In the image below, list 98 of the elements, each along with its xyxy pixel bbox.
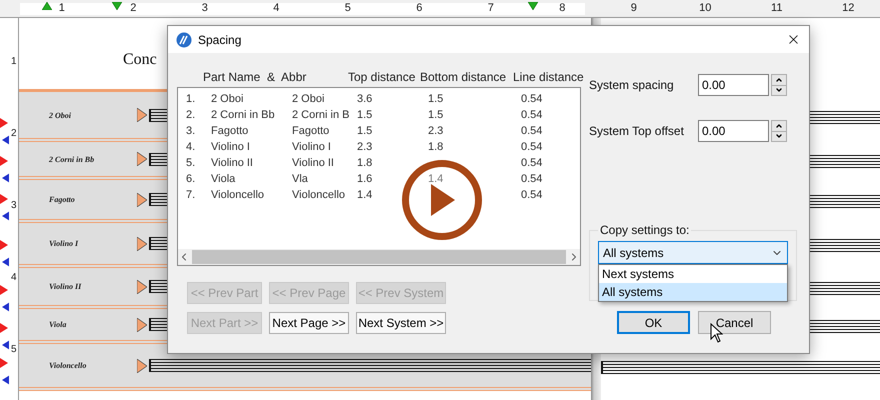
part-name: 2 Oboi [48, 110, 72, 120]
list-cell-text: 4. [186, 141, 196, 153]
parts-list[interactable] [177, 87, 581, 266]
dialog-button[interactable]: Cancel [698, 311, 771, 334]
list-cell-text: 1.5 [428, 109, 444, 121]
field-label: System spacing [589, 78, 675, 92]
ruler-number: 6 [415, 1, 424, 16]
dropdown-option[interactable]: All systems [599, 283, 787, 301]
nav-button[interactable]: Next System >> [356, 312, 446, 334]
column-header: Bottom distance [420, 70, 508, 84]
list-cell-text: 7. [186, 189, 196, 201]
ruler-number: 1 [11, 55, 18, 67]
list-cell-text: 0.54 [521, 157, 544, 169]
list-cell-text: 0.54 [521, 189, 544, 201]
ruler-number: 4 [272, 1, 280, 16]
list-cell-text: 3. [186, 125, 196, 137]
number-field[interactable]: 0.00 [698, 74, 769, 96]
part-name: Fagotto [48, 195, 76, 204]
ruler-number: 9 [630, 1, 638, 16]
group-label: Copy settings to: [599, 223, 690, 237]
list-cell-text: Violino I [211, 141, 251, 153]
list-cell-text: 2. [186, 109, 196, 121]
list-cell-text: 1.8 [357, 157, 374, 169]
ruler-number: 7 [486, 1, 495, 16]
list-cell-text: Violoncello [211, 189, 266, 201]
list-cell-text: 1.5 [428, 93, 444, 105]
list-cell-text: Violino II [292, 157, 335, 169]
part-marker-icon [137, 358, 147, 372]
list-cell-text: 2 Corni in B [292, 109, 350, 121]
part-name: Violoncello [48, 361, 88, 370]
list-cell-text: Vla [292, 173, 309, 185]
list-cell-text: 6. [186, 173, 196, 185]
ruler-number: 2 [129, 1, 138, 16]
part-name: Violino II [48, 282, 82, 291]
spin-buttons[interactable] [771, 74, 787, 96]
part-marker-icon [137, 152, 147, 166]
ruler-number: 3 [200, 1, 209, 16]
list-cell-text: Fagotto [211, 125, 250, 137]
ruler-number: 5 [344, 1, 352, 16]
ruler-number: 10 [698, 1, 712, 16]
list-cell-text: 0.54 [521, 173, 544, 185]
part-marker-icon [137, 280, 147, 294]
list-cell-text: 1.6 [357, 173, 374, 185]
horizontal-scrollbar[interactable] [178, 249, 580, 265]
ruler-number: 11 [770, 1, 784, 16]
column-header: Part Name & Abbr [203, 70, 308, 84]
dropdown-option[interactable]: Next systems [599, 265, 787, 283]
list-cell-text: 5. [186, 157, 196, 169]
list-cell-text: 1.4 [428, 173, 444, 185]
part-name: Viola [48, 320, 68, 329]
part-marker-icon [137, 236, 147, 250]
list-cell-text: 1.8 [428, 141, 444, 153]
list-cell-text: 2 Oboi [211, 93, 244, 105]
ruler-number: 4 [11, 271, 18, 283]
list-cell-text: 1. [186, 93, 196, 105]
ruler-number: 8 [558, 1, 566, 16]
score-title: Conc [123, 51, 157, 69]
list-cell-text: Violino I [292, 141, 332, 153]
part-name: 2 Corni in Bb [48, 154, 96, 164]
dialog-title: Spacing [198, 32, 242, 46]
ruler-number: 1 [58, 1, 66, 16]
list-cell-text: 1.4 [357, 189, 374, 201]
list-cell-text: 2 Oboi [292, 93, 326, 105]
part-marker-icon [137, 192, 147, 206]
part-name: Violino I [48, 239, 80, 248]
scrollbar-thumb[interactable] [192, 250, 566, 264]
list-cell-text: Viola [211, 173, 236, 185]
spin-buttons[interactable] [771, 120, 787, 142]
list-cell-text: Fagotto [292, 125, 330, 137]
list-cell-text: 2 Corni in Bb [211, 109, 276, 121]
list-cell-text: Violoncello [292, 189, 346, 201]
column-header: Top distance [348, 70, 416, 84]
indent-marker-icon[interactable] [528, 2, 538, 10]
field-label: System Top offset [589, 124, 685, 138]
list-cell-text: 1.5 [357, 125, 374, 137]
ruler-number: 3 [11, 199, 18, 211]
list-cell-text: Violino II [211, 157, 254, 169]
ruler-number: 12 [841, 1, 856, 16]
nav-button[interactable]: Next Page >> [269, 312, 349, 334]
part-marker-icon [137, 108, 147, 122]
list-cell-text: 2.3 [357, 141, 374, 153]
indent-marker-icon[interactable] [42, 2, 52, 10]
list-cell-text: 0.54 [521, 125, 544, 137]
list-cell-text: 3.6 [357, 93, 374, 105]
list-cell-text: 0.54 [521, 109, 544, 121]
list-cell-text: 0.54 [521, 141, 544, 153]
list-cell-text: 1.5 [357, 109, 374, 121]
ruler-number: 2 [11, 127, 18, 139]
copy-settings-dropdown[interactable]: All systems [598, 241, 788, 264]
list-cell-text: 2.3 [428, 125, 444, 137]
list-cell-text: 0.54 [521, 93, 544, 105]
app-logo-icon [176, 32, 192, 48]
ruler-number: 5 [11, 343, 18, 355]
number-field[interactable]: 0.00 [698, 120, 769, 142]
dialog-button[interactable]: OK [617, 311, 690, 334]
column-header: Line distance [513, 70, 584, 84]
indent-marker-icon[interactable] [112, 2, 122, 10]
part-marker-icon [137, 318, 147, 332]
